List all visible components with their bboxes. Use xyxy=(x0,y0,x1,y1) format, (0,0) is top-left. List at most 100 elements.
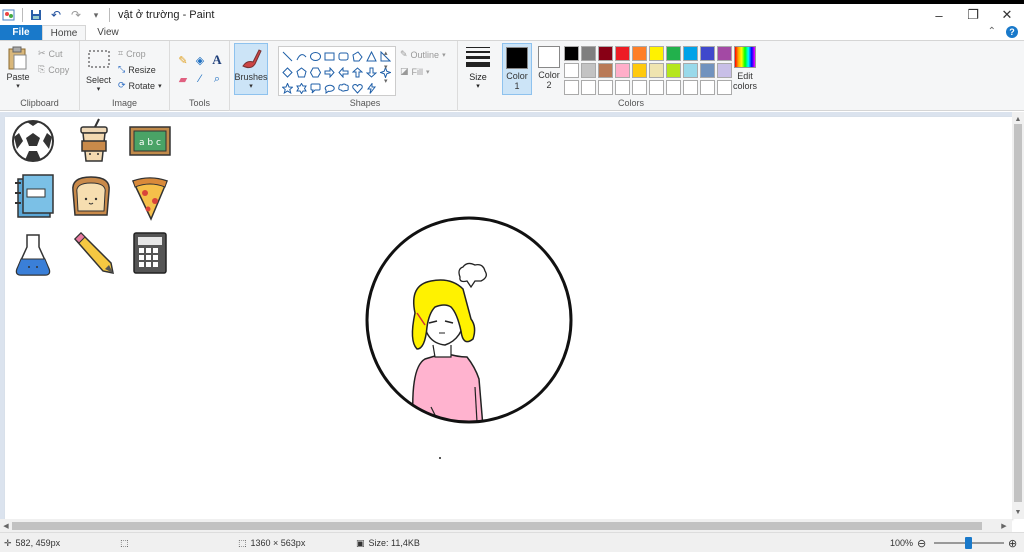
chalkboard-text: a b c xyxy=(139,138,161,148)
paste-dropdown-icon: ▾ xyxy=(16,83,20,90)
restore-icon[interactable]: ❐ xyxy=(956,4,990,26)
paste-icon xyxy=(8,46,27,70)
close-icon[interactable]: ✕ xyxy=(990,4,1024,26)
tools-group: ✎ ◈ A ▰ ⁄ ⌕ Tools xyxy=(170,41,230,111)
right-arrow-shape-icon[interactable] xyxy=(323,65,336,80)
copy-button[interactable]: ⎘ Copy xyxy=(38,64,69,75)
selection-icon: ⬚ xyxy=(120,537,129,548)
undo-icon[interactable]: ↶ xyxy=(49,8,63,22)
color-picker-icon[interactable]: ⁄ xyxy=(193,72,207,86)
magnifier-icon[interactable]: ⌕ xyxy=(210,72,224,86)
fill-button[interactable]: ◪ Fill ▾ xyxy=(400,66,430,77)
scroll-down-arrow-icon[interactable]: ▼ xyxy=(1012,507,1024,517)
rotate-dropdown-icon: ▾ xyxy=(158,82,162,90)
vertical-scrollbar[interactable]: ▲ ▼ xyxy=(1012,112,1024,519)
scroll-left-arrow-icon[interactable]: ◀ xyxy=(0,519,12,532)
diamond-shape-icon[interactable] xyxy=(281,65,294,80)
outline-label: Outline xyxy=(410,49,440,60)
more-shapes-icon: ▾ xyxy=(384,78,388,85)
tab-view[interactable]: View xyxy=(86,25,130,40)
polygon-shape-icon[interactable] xyxy=(351,49,364,64)
paste-button[interactable]: Paste ▾ xyxy=(6,46,30,90)
brushes-label: Brushes xyxy=(234,72,268,82)
resize-icon: ⤡ xyxy=(118,64,126,74)
bread-icon xyxy=(72,176,110,216)
rounded-callout-shape-icon[interactable] xyxy=(309,81,322,96)
paint-app-icon[interactable] xyxy=(2,8,16,22)
cut-label: Cut xyxy=(48,48,63,59)
shapes-scroll-icon[interactable]: ▴ ▾ ▾ xyxy=(384,49,388,85)
pentagon-shape-icon[interactable] xyxy=(295,65,308,80)
scroll-up-arrow-icon[interactable]: ▲ xyxy=(1012,114,1024,124)
scroll-up-icon: ▴ xyxy=(384,50,388,57)
help-icon[interactable]: ? xyxy=(1006,26,1018,38)
fill-tool-icon[interactable]: ◈ xyxy=(193,53,207,67)
size-dropdown-icon: ▾ xyxy=(476,83,480,90)
size-button[interactable]: Size ▾ xyxy=(462,43,494,93)
oval-callout-shape-icon[interactable] xyxy=(323,81,336,96)
scroll-right-arrow-icon[interactable]: ▶ xyxy=(998,519,1010,532)
hexagon-shape-icon[interactable] xyxy=(309,65,322,80)
six-point-star-shape-icon[interactable] xyxy=(295,81,308,96)
outline-button[interactable]: ✎ Outline ▾ xyxy=(400,49,446,60)
save-icon[interactable] xyxy=(29,8,43,22)
cut-button[interactable]: ✂ Cut xyxy=(38,48,63,59)
crosshair-icon: ✛ xyxy=(4,537,12,548)
window-controls: – ❐ ✕ xyxy=(922,4,1024,26)
vertical-scroll-thumb[interactable] xyxy=(1014,124,1022,502)
horizontal-scroll-thumb[interactable] xyxy=(12,522,982,530)
oval-shape-icon[interactable] xyxy=(309,49,322,64)
minimize-icon[interactable]: – xyxy=(922,4,956,26)
curve-shape-icon[interactable] xyxy=(295,49,308,64)
up-arrow-shape-icon[interactable] xyxy=(351,65,364,80)
redo-icon[interactable]: ↷ xyxy=(69,8,83,22)
rotate-label: Rotate xyxy=(128,80,156,91)
resize-button[interactable]: ⤡ Resize xyxy=(118,64,156,75)
five-point-star-shape-icon[interactable] xyxy=(281,81,294,96)
separator xyxy=(22,8,23,22)
rotate-icon: ⟳ xyxy=(118,80,126,90)
pencil-tool-icon[interactable]: ✎ xyxy=(176,53,190,67)
file-size-text: Size: 11,4KB xyxy=(368,538,420,548)
quick-access-toolbar: ↶ ↷ ▾ xyxy=(0,8,110,22)
size-lines-icon xyxy=(466,47,490,70)
fill-dropdown-icon: ▾ xyxy=(426,68,430,76)
outline-icon: ✎ xyxy=(400,49,408,59)
triangle-shape-icon[interactable] xyxy=(365,49,378,64)
shapes-group-label: Shapes xyxy=(349,98,381,108)
lightning-shape-icon[interactable] xyxy=(365,81,378,96)
select-label: Select xyxy=(86,75,112,85)
flask-icon xyxy=(15,234,51,276)
customize-toolbar-icon[interactable]: ▾ xyxy=(89,8,103,22)
canvas-drawing: a b c xyxy=(12,118,573,459)
rounded-rectangle-shape-icon[interactable] xyxy=(337,49,350,64)
brush-icon xyxy=(242,49,262,69)
horizontal-scrollbar[interactable]: ◀ ▶ xyxy=(0,519,1012,532)
cloud-callout-shape-icon[interactable] xyxy=(337,81,350,96)
drawing-canvas[interactable]: a b c xyxy=(5,117,1012,519)
line-shape-icon[interactable] xyxy=(281,49,294,64)
status-bar: ✛ 582, 459px ⬚ ⬚ 1360 × 563px ▣ Size: 11… xyxy=(0,532,1024,552)
select-button[interactable]: Select ▾ xyxy=(86,49,111,93)
coffee-cup-icon xyxy=(80,118,108,162)
rotate-button[interactable]: ⟳ Rotate ▾ xyxy=(118,80,162,91)
left-arrow-shape-icon[interactable] xyxy=(337,65,350,80)
text-tool-icon[interactable]: A xyxy=(210,52,224,67)
disk-icon: ▣ xyxy=(356,537,365,548)
zoom-in-icon[interactable]: ⊕ xyxy=(1008,533,1017,552)
collapse-ribbon-icon[interactable]: ⌃ xyxy=(988,26,996,38)
zoom-out-icon[interactable]: ⊖ xyxy=(917,537,926,550)
tab-home[interactable]: Home xyxy=(42,25,86,40)
down-arrow-shape-icon[interactable] xyxy=(365,65,378,80)
calculator-icon xyxy=(133,232,167,274)
tab-file[interactable]: File xyxy=(0,25,42,40)
crop-button[interactable]: ⌗ Crop xyxy=(118,48,146,59)
zoom-level-text: 100% xyxy=(890,538,914,548)
zoom-slider-thumb[interactable] xyxy=(965,537,972,549)
brushes-button[interactable]: Brushes ▾ xyxy=(234,43,268,95)
shapes-gallery xyxy=(278,46,396,96)
rectangle-shape-icon[interactable] xyxy=(323,49,336,64)
eraser-tool-icon[interactable]: ▰ xyxy=(176,72,190,86)
brushes-group: Brushes ▾ xyxy=(230,41,273,111)
heart-shape-icon[interactable] xyxy=(351,81,364,96)
